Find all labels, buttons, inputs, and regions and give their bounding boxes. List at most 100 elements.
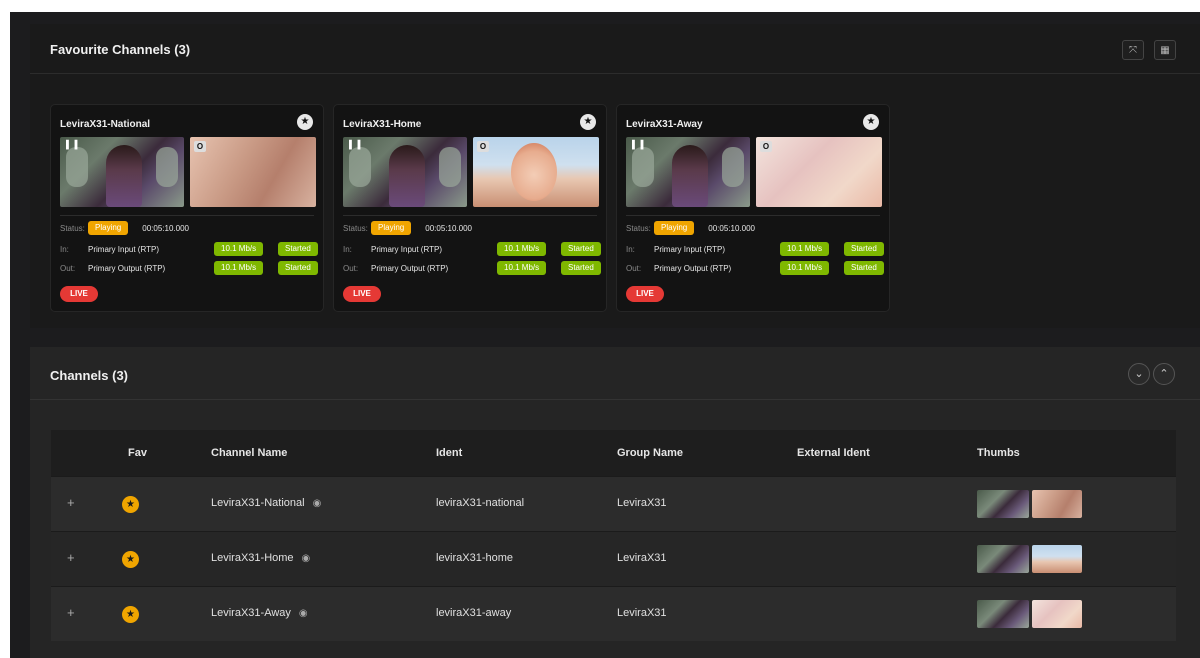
- input-row: In: Primary Input (RTP) 10.1 Mb/s Starte…: [626, 242, 884, 256]
- column-header-channel-name[interactable]: Channel Name: [211, 447, 287, 459]
- input-bitrate: 10.1 Mb/s: [214, 242, 264, 256]
- expand-row-icon[interactable]: +: [67, 495, 75, 510]
- favourite-channels-header: Favourite Channels (3) ⤧ ▦: [30, 24, 1200, 74]
- grid-view-button[interactable]: ▦: [1154, 40, 1176, 60]
- favourite-star-button[interactable]: ★: [863, 114, 879, 130]
- input-thumbnail: ▌▐: [626, 137, 750, 207]
- eye-icon[interactable]: ◉: [313, 498, 322, 509]
- column-header-fav[interactable]: Fav: [128, 447, 147, 459]
- expand-icon: ⤧: [1129, 44, 1137, 56]
- status-badge: Playing: [654, 221, 695, 235]
- thumb-tag: O: [194, 141, 206, 152]
- column-header-ident[interactable]: Ident: [436, 447, 462, 459]
- input-thumbnail: [977, 545, 1029, 573]
- expand-row-icon[interactable]: +: [67, 550, 75, 565]
- output-bitrate: 10.1 Mb/s: [497, 261, 547, 275]
- collapse-all-button[interactable]: ⌄: [1128, 363, 1150, 385]
- star-icon: ★: [300, 116, 310, 127]
- input-row: In: Primary Input (RTP) 10.1 Mb/s Starte…: [60, 242, 318, 256]
- output-bitrate: 10.1 Mb/s: [214, 261, 264, 275]
- signal-icon: ▌▐: [632, 140, 644, 149]
- channel-ident: leviraX31-away: [436, 607, 512, 619]
- input-bitrate: 10.1 Mb/s: [780, 242, 830, 256]
- input-thumbnail: [977, 600, 1029, 628]
- status-badge: Playing: [88, 221, 129, 235]
- grid-icon: ▦: [1160, 44, 1170, 56]
- input-thumbnail: ▌▐: [60, 137, 184, 207]
- expand-all-button[interactable]: ⌃: [1153, 363, 1175, 385]
- column-header-group-name[interactable]: Group Name: [617, 447, 683, 459]
- playback-time: 00:05:10.000: [425, 223, 472, 233]
- channels-header: Channels (3) ⌄ ⌃: [30, 347, 1200, 400]
- output-thumbnail: O: [473, 137, 599, 207]
- playback-time: 00:05:10.000: [142, 223, 189, 233]
- eye-icon[interactable]: ◉: [302, 553, 311, 564]
- favourite-card[interactable]: LeviraX31-Home ★ ▌▐ O Status: Playing 00…: [333, 104, 607, 312]
- channel-name: LeviraX31-Home: [211, 552, 294, 564]
- input-state: Started: [561, 242, 601, 256]
- thumb-tag: O: [760, 141, 772, 152]
- signal-icon: ▌▐: [66, 140, 78, 149]
- table-row[interactable]: + ★ LeviraX31-Home ◉ leviraX31-home Levir…: [51, 531, 1176, 586]
- app-frame: Favourite Channels (3) ⤧ ▦ LeviraX31-Nat…: [10, 12, 1200, 658]
- favourite-star-button[interactable]: ★: [297, 114, 313, 130]
- favourite-card[interactable]: LeviraX31-National ★ ▌▐ O Status: Playin…: [50, 104, 324, 312]
- input-row: In: Primary Input (RTP) 10.1 Mb/s Starte…: [343, 242, 601, 256]
- card-channel-name: LeviraX31-National: [60, 119, 151, 130]
- column-header-thumbs[interactable]: Thumbs: [977, 447, 1020, 459]
- playback-time: 00:05:10.000: [708, 223, 755, 233]
- channels-title: Channels (3): [50, 368, 129, 383]
- input-thumbnail: [977, 490, 1029, 518]
- channels-table: Fav Channel Name Ident Group Name Extern…: [51, 430, 1176, 641]
- eye-icon[interactable]: ◉: [299, 608, 308, 619]
- status-badge: Playing: [371, 221, 412, 235]
- output-row: Out: Primary Output (RTP) 10.1 Mb/s Star…: [60, 261, 318, 275]
- star-icon: ★: [583, 116, 593, 127]
- output-row: Out: Primary Output (RTP) 10.1 Mb/s Star…: [626, 261, 884, 275]
- favourite-star-icon[interactable]: ★: [122, 551, 139, 568]
- thumb-tag: O: [477, 141, 489, 152]
- column-header-external-ident[interactable]: External Ident: [797, 447, 870, 459]
- expand-row-icon[interactable]: +: [67, 605, 75, 620]
- output-state: Started: [278, 261, 318, 275]
- card-channel-name: LeviraX31-Home: [343, 119, 422, 130]
- group-name: LeviraX31: [617, 497, 667, 509]
- output-state: Started: [561, 261, 601, 275]
- favourite-card[interactable]: LeviraX31-Away ★ ▌▐ O Status: Playing 00…: [616, 104, 890, 312]
- expand-button[interactable]: ⤧: [1122, 40, 1144, 60]
- table-header: Fav Channel Name Ident Group Name Extern…: [51, 430, 1176, 476]
- output-thumbnail: O: [190, 137, 316, 207]
- channels-panel: Channels (3) ⌄ ⌃ Fav Channel Name Ident …: [30, 347, 1200, 658]
- status-row: Status: Playing 00:05:10.000: [343, 221, 472, 235]
- live-badge: LIVE: [343, 286, 381, 302]
- channel-name: LeviraX31-Away: [211, 607, 291, 619]
- output-thumbnail: [1032, 545, 1082, 573]
- status-row: Status: Playing 00:05:10.000: [60, 221, 189, 235]
- table-row[interactable]: + ★ LeviraX31-Away ◉ leviraX31-away Levir…: [51, 586, 1176, 641]
- output-row: Out: Primary Output (RTP) 10.1 Mb/s Star…: [343, 261, 601, 275]
- status-row: Status: Playing 00:05:10.000: [626, 221, 755, 235]
- channel-ident: leviraX31-home: [436, 552, 514, 564]
- chevron-down-icon: ⌄: [1134, 368, 1144, 380]
- favourite-star-button[interactable]: ★: [580, 114, 596, 130]
- favourite-star-icon[interactable]: ★: [122, 606, 139, 623]
- output-bitrate: 10.1 Mb/s: [780, 261, 830, 275]
- table-row[interactable]: + ★ LeviraX31-National ◉ leviraX31-nation…: [51, 476, 1176, 531]
- input-state: Started: [844, 242, 884, 256]
- channel-ident: leviraX31-national: [436, 497, 525, 509]
- favourite-star-icon[interactable]: ★: [122, 496, 139, 513]
- favourite-channels-panel: Favourite Channels (3) ⤧ ▦ LeviraX31-Nat…: [30, 24, 1200, 328]
- group-name: LeviraX31: [617, 607, 667, 619]
- input-bitrate: 10.1 Mb/s: [497, 242, 547, 256]
- output-thumbnail: [1032, 490, 1082, 518]
- star-icon: ★: [866, 116, 876, 127]
- chevron-up-icon: ⌃: [1159, 368, 1169, 380]
- card-channel-name: LeviraX31-Away: [626, 119, 703, 130]
- output-thumbnail: [1032, 600, 1082, 628]
- output-thumbnail: O: [756, 137, 882, 207]
- live-badge: LIVE: [626, 286, 664, 302]
- channel-name: LeviraX31-National: [211, 497, 305, 509]
- signal-icon: ▌▐: [349, 140, 361, 149]
- input-state: Started: [278, 242, 318, 256]
- output-state: Started: [844, 261, 884, 275]
